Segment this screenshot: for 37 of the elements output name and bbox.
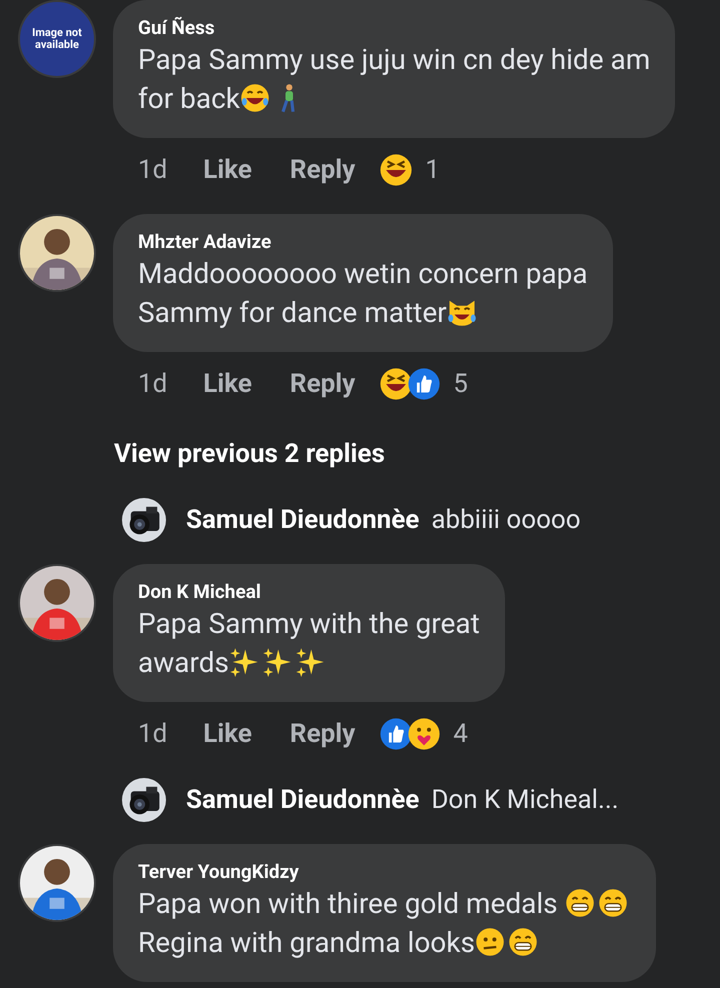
reaction-count: 4 [453, 718, 468, 750]
laughing-reaction-icon [379, 153, 414, 187]
reply-text: Don K Micheal... [431, 784, 619, 816]
avatar-placeholder-text: Image not available [31, 27, 83, 51]
reply-author[interactable]: Samuel Dieudonnèe [186, 780, 420, 820]
confused-face-icon [474, 927, 505, 957]
sparkles-icon [262, 647, 292, 677]
like-link[interactable]: Like [203, 364, 252, 404]
comment-time: 1d [138, 368, 168, 400]
reaction-count: 5 [453, 368, 468, 400]
hugging-face-reaction-icon [407, 717, 442, 751]
thumbs-up-reaction-icon [407, 367, 442, 401]
reply-author[interactable]: Samuel Dieudonnèe [186, 500, 420, 540]
reaction-count: 1 [425, 154, 440, 186]
comment-text: Maddoooooooo wetin concern papa Sammy for dance matter [138, 256, 588, 331]
sparkles-icon [294, 647, 325, 677]
comment-author[interactable]: Terver YoungKidzy [138, 860, 631, 884]
reply-link[interactable]: Reply [290, 714, 356, 754]
view-replies-link[interactable]: View previous 2 replies [114, 434, 385, 474]
reply-link[interactable]: Reply [290, 150, 356, 190]
like-link[interactable]: Like [203, 714, 252, 754]
grinning-face-icon [598, 888, 628, 918]
comment-text: Papa won with thiree gold medals Regina with grandma looks [138, 884, 631, 962]
grinning-face-icon [508, 927, 538, 957]
like-link[interactable]: Like [203, 150, 252, 190]
comment-author[interactable]: Don K Micheal [138, 580, 480, 604]
comment-text: Papa Sammy use juju win cn dey hide am for back [138, 42, 650, 117]
comment-time: 1d [138, 154, 168, 186]
reply-text: abbiiii ooooo [431, 504, 581, 536]
comment-time: 1d [138, 718, 168, 750]
grinning-face-icon [564, 888, 595, 918]
reply-link[interactable]: Reply [290, 364, 356, 404]
laughing-face-icon [240, 83, 270, 113]
comment-text: Papa Sammy with the great awards [138, 606, 480, 681]
sparkles-icon [228, 647, 259, 677]
comment-author[interactable]: Guí Ñess [138, 16, 650, 40]
comment-author[interactable]: Mhzter Adavize [138, 230, 588, 254]
